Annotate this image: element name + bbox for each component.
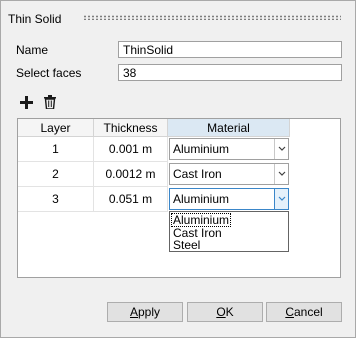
column-header-thickness[interactable]: Thickness <box>94 119 168 137</box>
dialog-title: Thin Solid <box>8 12 62 26</box>
chevron-down-icon[interactable] <box>274 139 288 159</box>
select-faces-label: Select faces <box>16 66 82 80</box>
title-bar[interactable]: Thin Solid <box>1 1 355 33</box>
layers-table: Layer Thickness Material 1 0.001 m Alumi… <box>17 118 341 278</box>
apply-button[interactable]: Apply <box>107 302 183 322</box>
cancel-button-label: ancel <box>293 305 323 319</box>
drag-grip[interactable] <box>83 15 341 20</box>
table-cell-layer[interactable]: 1 <box>18 137 94 162</box>
cancel-button[interactable]: Cancel <box>266 302 342 322</box>
material-combo-value: Aluminium <box>173 192 230 206</box>
material-combo-value: Aluminium <box>173 142 230 156</box>
ok-button[interactable]: OK <box>187 302 263 322</box>
select-faces-field[interactable]: 38 <box>118 64 342 81</box>
trash-icon[interactable] <box>44 95 56 112</box>
chevron-down-icon[interactable] <box>274 164 288 184</box>
table-cell-thickness[interactable]: 0.051 m <box>94 187 168 212</box>
name-field[interactable]: ThinSolid <box>118 41 342 58</box>
ok-button-label: K <box>225 305 234 319</box>
material-dropdown-list: Aluminium Cast Iron Steel <box>169 211 289 252</box>
apply-button-label: pply <box>138 305 161 319</box>
material-combo-value: Cast Iron <box>173 167 222 181</box>
table-cell-layer[interactable]: 2 <box>18 162 94 187</box>
cancel-button-mnemonic: C <box>285 305 294 319</box>
material-combo[interactable]: Cast Iron <box>169 163 289 185</box>
plus-icon[interactable] <box>20 96 33 112</box>
column-header-material[interactable]: Material <box>168 119 290 137</box>
table-cell-layer[interactable]: 3 <box>18 187 94 212</box>
name-label: Name <box>16 43 49 57</box>
column-header-layer[interactable]: Layer <box>18 119 94 137</box>
table-cell-thickness[interactable]: 0.001 m <box>94 137 168 162</box>
chevron-down-icon[interactable] <box>274 189 288 209</box>
table-cell-thickness[interactable]: 0.0012 m <box>94 162 168 187</box>
material-combo[interactable]: Aluminium <box>169 138 289 160</box>
ok-button-mnemonic: O <box>216 305 226 319</box>
dropdown-option-steel[interactable]: Steel <box>172 239 201 251</box>
apply-button-mnemonic: A <box>129 305 138 319</box>
dropdown-option-aluminium[interactable]: Aluminium <box>170 213 232 227</box>
thin-solid-dialog: Thin Solid Name ThinSolid Select faces 3… <box>0 0 356 338</box>
material-combo-open[interactable]: Aluminium <box>169 188 289 210</box>
